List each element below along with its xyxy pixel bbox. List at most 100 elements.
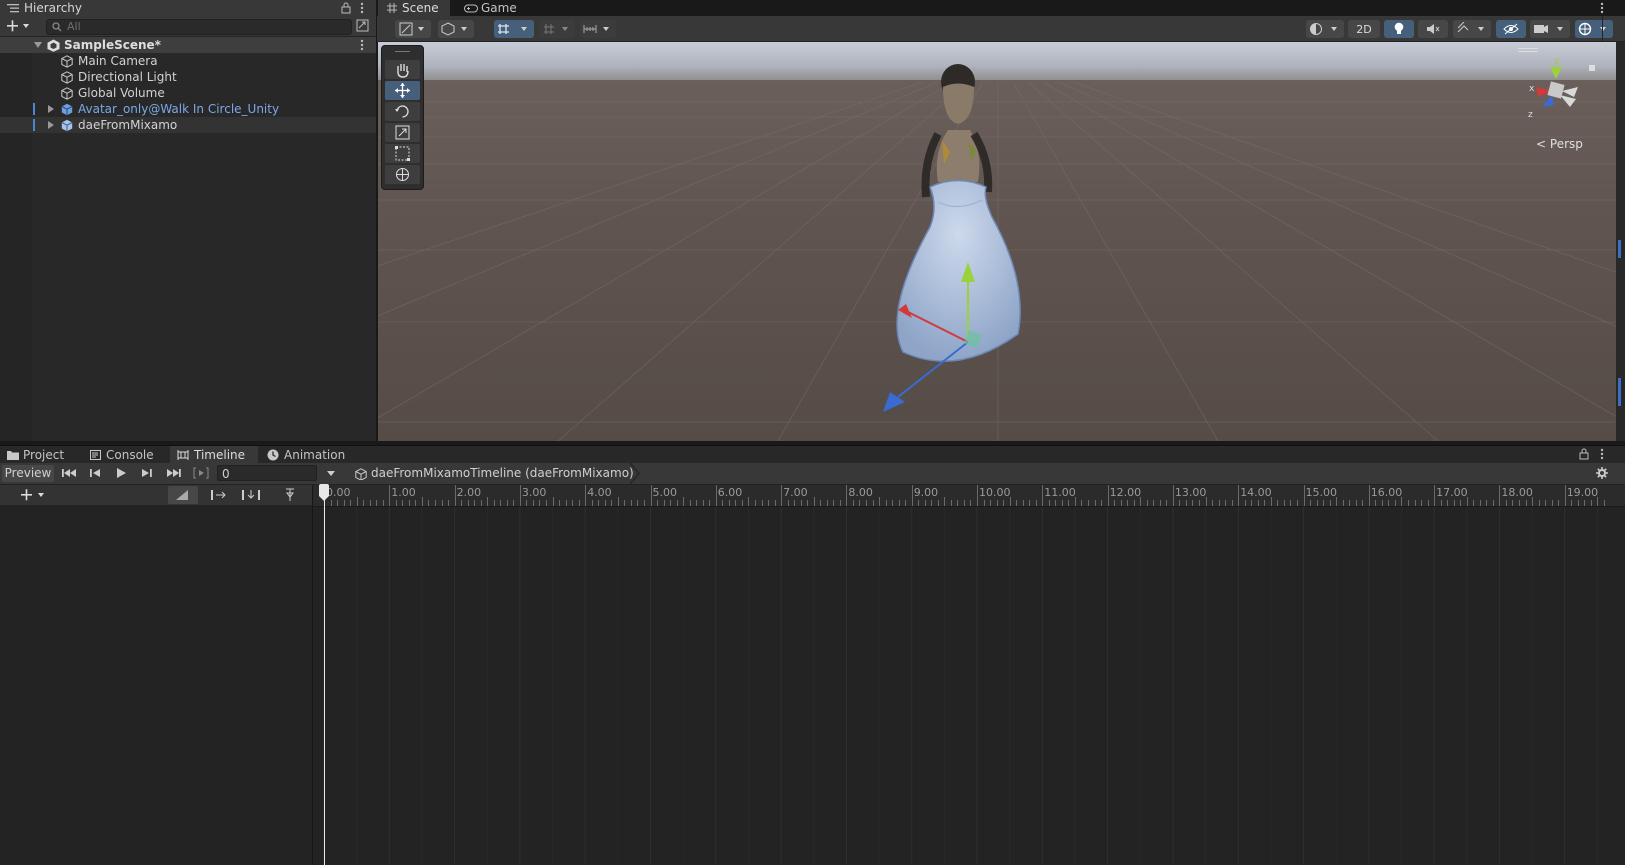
axis-gizmo-icon: y x z bbox=[1528, 56, 1595, 120]
ruler-minor-tick bbox=[395, 500, 397, 506]
current-frame-field[interactable]: 0 bbox=[217, 465, 317, 481]
frame-dropdown-icon[interactable] bbox=[327, 471, 335, 476]
ruler-minor-tick bbox=[807, 500, 809, 506]
snap-toggle[interactable] bbox=[168, 486, 198, 504]
camera-settings-dropdown[interactable] bbox=[1530, 20, 1570, 38]
expand-arrow-icon[interactable] bbox=[34, 42, 42, 49]
ruler-tick-label: 15.00 bbox=[1305, 486, 1338, 499]
tab-timeline[interactable]: Timeline bbox=[170, 446, 258, 463]
playhead-handle[interactable] bbox=[318, 484, 330, 502]
ruler-minor-tick bbox=[1068, 500, 1070, 506]
previous-frame-icon[interactable] bbox=[89, 467, 101, 479]
ruler-minor-tick bbox=[1296, 500, 1298, 506]
tree-row-daefrommixamo[interactable]: daeFromMixamo bbox=[0, 117, 377, 133]
ruler-minor-tick bbox=[1597, 497, 1599, 506]
overlay-drag-handle[interactable] bbox=[395, 51, 410, 52]
lock-icon[interactable] bbox=[341, 2, 351, 14]
effects-dropdown[interactable] bbox=[1453, 20, 1491, 38]
ruler-minor-tick bbox=[696, 500, 698, 506]
effects-icon bbox=[1457, 22, 1484, 33]
ruler-minor-tick bbox=[1218, 500, 1220, 506]
transform-tool-button[interactable] bbox=[385, 165, 420, 184]
toggle-2d-button[interactable]: 2D bbox=[1348, 20, 1380, 38]
tab-project[interactable]: Project bbox=[0, 446, 80, 463]
ruler-minor-tick bbox=[1447, 500, 1449, 506]
clip-edit-mode-icon[interactable] bbox=[209, 488, 229, 502]
play-range-icon[interactable] bbox=[193, 467, 209, 479]
replace-mode-icon[interactable] bbox=[240, 488, 262, 502]
tree-item-label: Avatar_only@Walk In Circle_Unity bbox=[78, 102, 280, 116]
scene-visibility-toggle[interactable] bbox=[1496, 20, 1526, 38]
ruler-minor-tick bbox=[408, 500, 410, 506]
timeline-track-area[interactable] bbox=[313, 485, 1625, 865]
rect-tool-button[interactable] bbox=[385, 144, 420, 163]
goto-end-icon[interactable] bbox=[166, 467, 182, 479]
ruler-minor-tick bbox=[872, 500, 874, 506]
orientation-gizmo[interactable]: y x z < Persp bbox=[1518, 45, 1598, 153]
ruler-minor-tick bbox=[1081, 500, 1083, 506]
tab-console[interactable]: Console bbox=[82, 446, 170, 463]
tab-animation[interactable]: Animation bbox=[260, 446, 360, 463]
ruler-minor-tick bbox=[663, 500, 665, 506]
render-mode-dropdown[interactable] bbox=[438, 20, 474, 38]
tab-scene[interactable]: Scene bbox=[378, 0, 450, 16]
increment-snapping-dropdown[interactable] bbox=[580, 20, 616, 38]
tree-row-main-camera[interactable]: Main Camera bbox=[0, 53, 377, 69]
draw-mode-dropdown[interactable] bbox=[395, 20, 431, 38]
tab-hierarchy[interactable]: Hierarchy bbox=[0, 0, 376, 16]
scene-visibility-icon[interactable] bbox=[356, 19, 369, 32]
playhead-line[interactable] bbox=[324, 486, 325, 865]
audio-toggle[interactable] bbox=[1418, 20, 1448, 38]
goto-start-icon[interactable] bbox=[61, 467, 77, 479]
ruler-minor-tick bbox=[1329, 500, 1331, 506]
grid-snap-icon bbox=[498, 24, 527, 34]
hierarchy-search-input[interactable]: All bbox=[46, 19, 352, 35]
create-button[interactable] bbox=[5, 18, 31, 34]
ruler-tick-label: 2.00 bbox=[456, 486, 482, 499]
tree-row-scene[interactable]: SampleScene* bbox=[0, 37, 377, 53]
timeline-lock-icon[interactable] bbox=[1579, 448, 1589, 460]
ruler-minor-tick bbox=[1362, 500, 1364, 506]
play-icon[interactable] bbox=[115, 467, 127, 479]
scene-menu-icon[interactable] bbox=[360, 39, 364, 51]
tree-row-global-volume[interactable]: Global Volume bbox=[0, 85, 377, 101]
gizmos-dropdown[interactable] bbox=[1575, 20, 1613, 38]
ruler-minor-tick bbox=[990, 500, 992, 506]
add-track-button[interactable] bbox=[16, 487, 50, 503]
time-ruler[interactable]: 0.00 1.00 2.00 3.00 4.00 5.00 6.00 7.00 8.00 9.00… bbox=[313, 485, 1625, 507]
ruler-minor-tick bbox=[572, 500, 574, 506]
gizmo-drag-handle[interactable] bbox=[1518, 48, 1538, 52]
move-tool-button[interactable] bbox=[385, 81, 420, 100]
lighting-toggle[interactable] bbox=[1384, 20, 1414, 38]
scene-viewport[interactable] bbox=[378, 42, 1616, 441]
hand-tool-button[interactable] bbox=[385, 60, 420, 79]
collapsed-arrow-icon[interactable] bbox=[48, 105, 54, 113]
rotate-tool-button[interactable] bbox=[385, 102, 420, 121]
collapsed-arrow-icon[interactable] bbox=[48, 121, 54, 129]
ruler-minor-tick bbox=[931, 500, 933, 506]
grid-visibility-dropdown[interactable] bbox=[539, 20, 575, 38]
tree-row-directional-light[interactable]: Directional Light bbox=[0, 69, 377, 85]
next-frame-icon[interactable] bbox=[141, 467, 153, 479]
tab-game[interactable]: Game bbox=[458, 0, 528, 16]
timeline-settings-gear-icon[interactable] bbox=[1596, 467, 1608, 479]
preview-button[interactable]: Preview bbox=[2, 465, 54, 482]
scale-icon bbox=[395, 125, 410, 140]
shading-mode-dropdown[interactable] bbox=[1306, 20, 1344, 38]
kebab-menu-icon[interactable] bbox=[360, 2, 364, 14]
tree-row-avatar-prefab[interactable]: Avatar_only@Walk In Circle_Unity bbox=[0, 101, 377, 117]
timeline-menu-icon[interactable] bbox=[1600, 448, 1604, 460]
ruler-tick-label: 17.00 bbox=[1436, 486, 1468, 499]
breadcrumb[interactable]: daeFromMixamoTimeline (daeFromMixamo) bbox=[345, 463, 634, 484]
track-list-area[interactable] bbox=[0, 485, 312, 865]
ruler-minor-tick bbox=[1336, 497, 1338, 506]
scene-window-menu-icon[interactable] bbox=[1600, 2, 1604, 14]
ruler-minor-tick bbox=[1505, 500, 1507, 506]
ruler-minor-tick bbox=[1199, 500, 1201, 506]
grid-snapping-toggle[interactable] bbox=[494, 20, 534, 38]
projection-toggle[interactable]: < Persp bbox=[1536, 137, 1583, 151]
ruler-minor-tick bbox=[493, 500, 495, 506]
pin-marker-icon[interactable] bbox=[284, 488, 296, 502]
scale-tool-button[interactable] bbox=[385, 123, 420, 142]
ruler-minor-tick bbox=[1525, 500, 1527, 506]
